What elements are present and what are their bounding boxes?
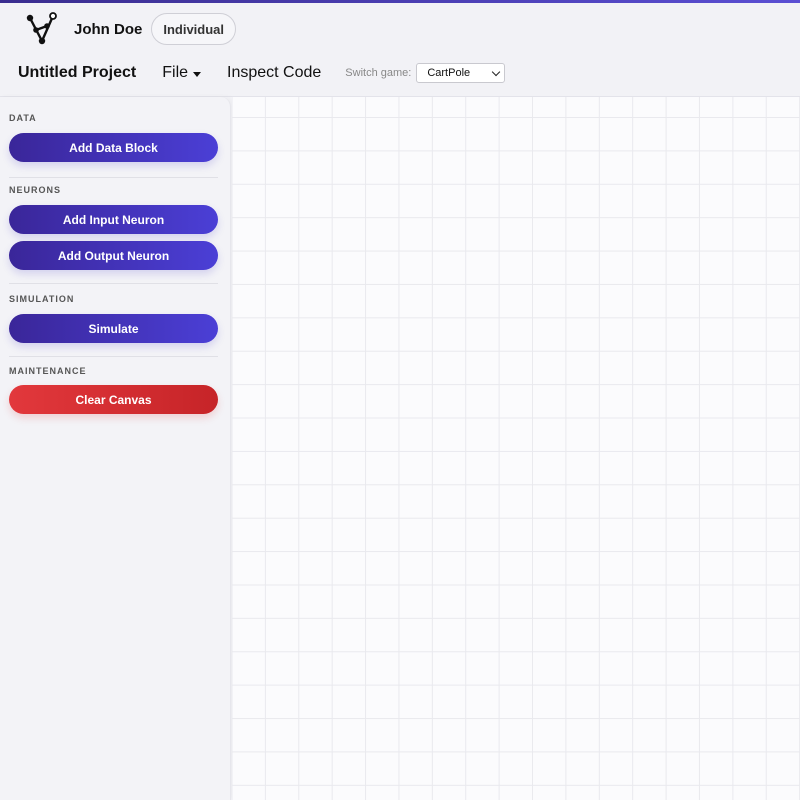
plan-badge[interactable]: Individual <box>151 13 237 45</box>
neural-network-logo-icon[interactable] <box>22 10 60 48</box>
grid-canvas[interactable] <box>232 97 800 800</box>
add-output-neuron-button[interactable]: Add Output Neuron <box>9 241 218 270</box>
inspect-code-menu[interactable]: Inspect Code <box>227 64 321 82</box>
user-name: John Doe <box>74 20 143 38</box>
project-title[interactable]: Untitled Project <box>18 64 136 82</box>
header: John Doe Individual Untitled Project Fil… <box>0 3 800 97</box>
game-select-value: CartPole <box>427 67 471 79</box>
section-title-maintenance: MAINTENANCE <box>9 366 87 376</box>
add-data-block-button[interactable]: Add Data Block <box>9 133 218 162</box>
divider <box>9 356 218 357</box>
add-input-neuron-button[interactable]: Add Input Neuron <box>9 205 218 234</box>
file-menu[interactable]: File <box>162 64 202 82</box>
game-select[interactable]: CartPole <box>416 63 506 83</box>
sidebar: DATA Add Data Block NEURONS Add Input Ne… <box>0 97 231 800</box>
section-title-data: DATA <box>9 113 37 123</box>
file-menu-label: File <box>162 64 189 81</box>
menu-bar: Untitled Project File Inspect Code Switc… <box>18 61 506 85</box>
divider <box>9 283 218 284</box>
divider <box>9 177 218 178</box>
caret-down-icon <box>193 71 202 77</box>
user-row: John Doe Individual <box>22 10 237 48</box>
clear-canvas-button[interactable]: Clear Canvas <box>9 385 218 414</box>
section-title-simulation: SIMULATION <box>9 294 75 304</box>
section-title-neurons: NEURONS <box>9 185 62 195</box>
simulate-button[interactable]: Simulate <box>9 314 218 343</box>
switch-game-label: Switch game: <box>345 67 412 79</box>
chevron-down-icon <box>492 67 501 76</box>
